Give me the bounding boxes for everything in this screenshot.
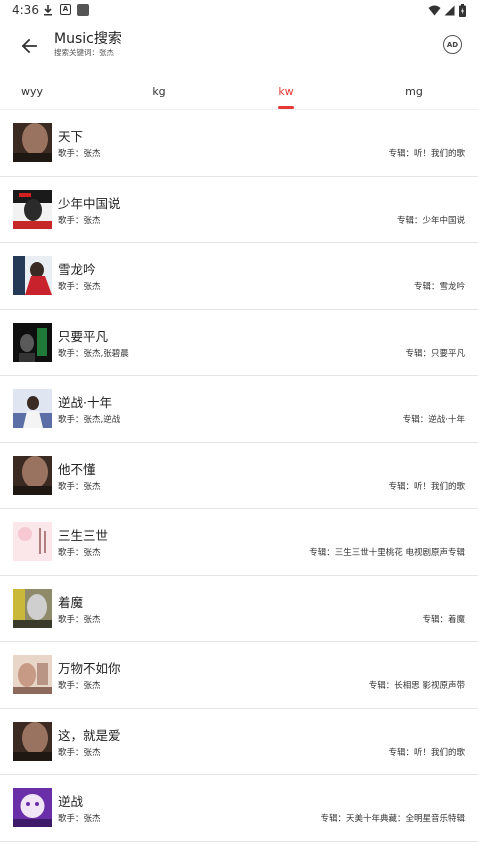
song-item[interactable]: 他不懂 歌手：张杰 专辑：听！我们的歌 bbox=[0, 443, 478, 509]
song-title: 他不懂 bbox=[58, 461, 96, 477]
song-item[interactable]: 雪龙吟 歌手：张杰 专辑：雪龙吟 bbox=[0, 243, 478, 310]
song-album: 专辑：听！我们的歌 bbox=[388, 481, 465, 492]
page-title: Music搜索 bbox=[54, 31, 122, 47]
tab-wyy[interactable]: wyy bbox=[0, 72, 72, 110]
song-item[interactable]: 这，就是爱 歌手：张杰 专辑：听！我们的歌 bbox=[0, 709, 478, 775]
song-artist: 歌手：张杰 bbox=[58, 614, 101, 625]
song-artist: 歌手：张杰 bbox=[58, 149, 101, 159]
song-title: 少年中国说 bbox=[58, 195, 121, 211]
song-title: 万物不如你 bbox=[58, 661, 121, 676]
song-title: 逆战·十年 bbox=[58, 395, 112, 410]
album-cover-image bbox=[13, 389, 52, 428]
source-tabs: wyy kg kw mg bbox=[0, 72, 478, 110]
song-artist: 歌手：张杰 bbox=[58, 747, 101, 758]
album-cover-image bbox=[13, 721, 52, 761]
song-artist: 歌手：张杰 bbox=[58, 215, 101, 226]
tab-kg[interactable]: kg bbox=[119, 72, 199, 110]
song-item[interactable]: 逆战·十年 歌手：张杰,逆战 专辑：逆战·十年 bbox=[0, 376, 478, 443]
song-item[interactable]: 只要平凡 歌手：张杰,张碧晨 专辑：只要平凡 bbox=[0, 310, 478, 376]
song-item[interactable]: 着魔 歌手：张杰 专辑：着魔 bbox=[0, 576, 478, 642]
arrow-left-icon bbox=[21, 38, 37, 54]
song-album: 专辑：听！我们的歌 bbox=[388, 747, 465, 758]
album-cover-image bbox=[13, 123, 52, 162]
song-album: 专辑：听！我们的歌 bbox=[388, 149, 465, 159]
song-album: 专辑：天美十年典藏：全明星音乐特辑 bbox=[320, 814, 465, 824]
battery-icon bbox=[459, 4, 466, 17]
song-item[interactable]: 逆战 歌手：张杰 专辑：天美十年典藏：全明星音乐特辑 bbox=[0, 775, 478, 842]
song-title: 天下 bbox=[58, 129, 84, 144]
song-album: 专辑：长相思 影视原声带 bbox=[368, 681, 465, 691]
song-item[interactable]: 天下 歌手：张杰 专辑：听！我们的歌 bbox=[0, 110, 478, 177]
search-keyword-subtitle: 搜索关键词：张杰 bbox=[54, 48, 114, 57]
song-item[interactable]: 万物不如你 歌手：张杰 专辑：长相思 影视原声带 bbox=[0, 642, 478, 709]
song-list: 天下 歌手：张杰 专辑：听！我们的歌 少年中国说 歌手：张杰 专辑：少年中国说 … bbox=[0, 110, 478, 842]
song-album: 专辑：三生三世十里桃花 电视剧原声专辑 bbox=[309, 548, 465, 558]
album-cover-image bbox=[13, 322, 52, 362]
signal-icon bbox=[444, 5, 455, 16]
song-title: 只要平凡 bbox=[58, 328, 109, 344]
a-icon: A bbox=[60, 4, 71, 15]
song-artist: 歌手：张杰 bbox=[58, 282, 101, 292]
song-album: 专辑：逆战·十年 bbox=[402, 415, 465, 425]
status-time: 4:36 bbox=[12, 3, 39, 17]
song-item[interactable]: 少年中国说 歌手：张杰 专辑：少年中国说 bbox=[0, 177, 478, 243]
app-bar: Music搜索 搜索关键词：张杰 AD bbox=[0, 22, 478, 72]
album-cover-image bbox=[13, 522, 52, 561]
song-artist: 歌手：张杰 bbox=[58, 481, 101, 492]
song-item[interactable]: 三生三世 歌手：张杰 专辑：三生三世十里桃花 电视剧原声专辑 bbox=[0, 509, 478, 576]
ad-button[interactable]: AD bbox=[443, 35, 462, 54]
album-cover-image bbox=[13, 788, 52, 827]
title-block: Music搜索 搜索关键词：张杰 bbox=[54, 30, 122, 58]
song-title: 这，就是爱 bbox=[58, 727, 121, 743]
wifi-icon bbox=[428, 5, 441, 16]
song-title: 三生三世 bbox=[58, 528, 109, 543]
status-bar: 4:36 A bbox=[0, 0, 478, 22]
song-album: 专辑：着魔 bbox=[422, 614, 465, 625]
album-cover-image bbox=[13, 189, 52, 229]
song-artist: 歌手：张杰 bbox=[58, 681, 101, 691]
song-title: 着魔 bbox=[58, 594, 84, 610]
song-artist: 歌手：张杰 bbox=[58, 814, 101, 824]
song-artist: 歌手：张杰,张碧晨 bbox=[58, 348, 129, 359]
album-cover-image bbox=[13, 455, 52, 495]
song-artist: 歌手：张杰 bbox=[58, 548, 101, 558]
back-button[interactable] bbox=[17, 34, 41, 58]
download-icon bbox=[44, 5, 52, 16]
tab-mg[interactable]: mg bbox=[374, 72, 454, 110]
app-square-icon bbox=[77, 4, 89, 16]
song-album: 专辑：少年中国说 bbox=[396, 215, 465, 226]
tab-kw[interactable]: kw bbox=[246, 72, 326, 110]
song-album: 专辑：只要平凡 bbox=[405, 348, 465, 359]
album-cover-image bbox=[13, 655, 52, 694]
album-cover-image bbox=[13, 588, 52, 628]
song-album: 专辑：雪龙吟 bbox=[413, 282, 465, 292]
song-title: 逆战 bbox=[58, 794, 84, 809]
album-cover-image bbox=[13, 256, 52, 295]
song-title: 雪龙吟 bbox=[58, 262, 96, 277]
song-artist: 歌手：张杰,逆战 bbox=[58, 415, 121, 425]
